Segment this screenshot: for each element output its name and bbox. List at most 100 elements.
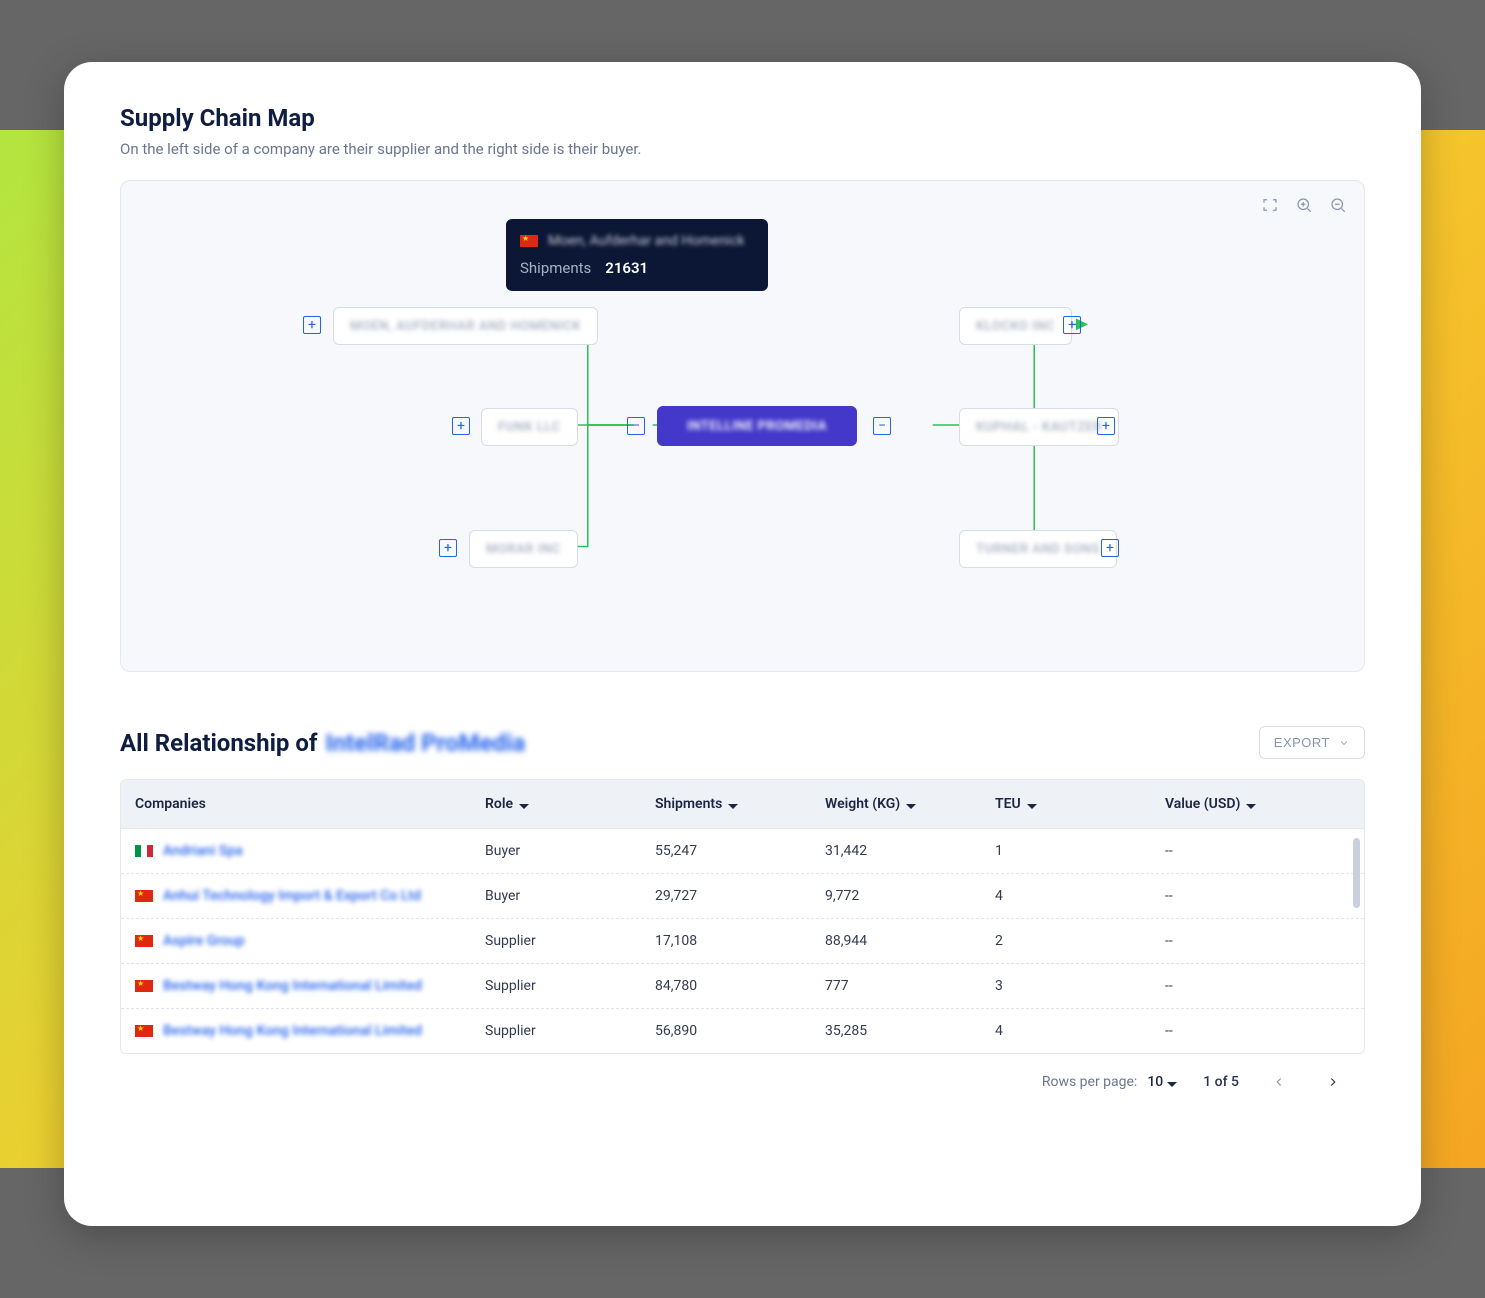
cell-shipments: 17,108 bbox=[655, 933, 825, 949]
main-card: Supply Chain Map On the left side of a c… bbox=[64, 62, 1421, 1226]
cell-value: -- bbox=[1165, 978, 1350, 994]
cell-weight: 9,772 bbox=[825, 888, 995, 904]
scrollbar-thumb[interactable] bbox=[1353, 838, 1360, 908]
sort-caret-icon bbox=[1246, 799, 1256, 809]
cell-role: Supplier bbox=[485, 933, 655, 949]
col-companies[interactable]: Companies bbox=[135, 796, 485, 812]
cn-flag-icon bbox=[135, 890, 153, 902]
zoom-in-icon[interactable] bbox=[1294, 195, 1314, 215]
map-panel[interactable]: Moen, Aufderhar and Homenick Shipments 2… bbox=[120, 180, 1365, 672]
col-role[interactable]: Role bbox=[485, 796, 655, 812]
cell-shipments: 84,780 bbox=[655, 978, 825, 994]
pagination: Rows per page: 10 1 of 5 bbox=[120, 1054, 1365, 1096]
chevron-down-icon bbox=[1167, 1077, 1177, 1087]
next-page-button[interactable] bbox=[1319, 1068, 1347, 1096]
company-link[interactable]: Aspire Group bbox=[163, 933, 245, 949]
col-teu[interactable]: TEU bbox=[995, 796, 1165, 812]
relationship-header: All Relationship of IntelRad ProMedia EX… bbox=[120, 726, 1365, 759]
export-button[interactable]: EXPORT bbox=[1259, 726, 1365, 759]
node-label: MORAR INC bbox=[486, 542, 561, 557]
cell-shipments: 55,247 bbox=[655, 843, 825, 859]
table-row[interactable]: Bestway Hong Kong International Limited S… bbox=[121, 963, 1364, 1008]
cn-flag-icon bbox=[520, 235, 538, 247]
sort-caret-icon bbox=[519, 799, 529, 809]
zoom-out-icon[interactable] bbox=[1328, 195, 1348, 215]
node-label: MOEN, AUFDERHAR AND HOMENICK bbox=[350, 319, 581, 334]
cell-value: -- bbox=[1165, 933, 1350, 949]
section-subtitle: On the left side of a company are their … bbox=[120, 140, 1365, 158]
cell-shipments: 56,890 bbox=[655, 1023, 825, 1039]
sort-caret-icon bbox=[1027, 799, 1037, 809]
expand-buyer-3[interactable]: + bbox=[1101, 539, 1119, 557]
buyer-node-2[interactable]: KUPHAL - KAUTZER bbox=[959, 408, 1119, 446]
buyer-node-1[interactable]: KLOCKO INC bbox=[959, 307, 1072, 345]
expand-buyer-1[interactable]: + bbox=[1063, 316, 1081, 334]
cn-flag-icon bbox=[135, 980, 153, 992]
expand-supplier-1[interactable]: + bbox=[303, 316, 321, 334]
cell-teu: 4 bbox=[995, 888, 1165, 904]
it-flag-icon bbox=[135, 845, 153, 857]
cell-value: -- bbox=[1165, 1023, 1350, 1039]
cell-value: -- bbox=[1165, 843, 1350, 859]
node-tooltip: Moen, Aufderhar and Homenick Shipments 2… bbox=[506, 219, 768, 291]
cn-flag-icon bbox=[135, 1025, 153, 1037]
cn-flag-icon bbox=[135, 935, 153, 947]
fullscreen-icon[interactable] bbox=[1260, 195, 1280, 215]
cell-weight: 35,285 bbox=[825, 1023, 995, 1039]
company-link[interactable]: Bestway Hong Kong International Limited bbox=[163, 1023, 422, 1039]
cell-role: Supplier bbox=[485, 978, 655, 994]
rows-per-page-select[interactable]: 10 bbox=[1147, 1074, 1177, 1090]
map-toolbar bbox=[1260, 195, 1348, 215]
collapse-suppliers[interactable]: − bbox=[627, 417, 645, 435]
supply-chain-header: Supply Chain Map On the left side of a c… bbox=[120, 104, 1365, 180]
table-row[interactable]: Andriani Spa Buyer55,24731,4421-- bbox=[121, 828, 1364, 873]
node-label: FUNK LLC bbox=[498, 420, 561, 435]
expand-supplier-3[interactable]: + bbox=[439, 539, 457, 557]
sort-caret-icon bbox=[906, 799, 916, 809]
table-header-row: Companies Role Shipments Weight (KG) TEU… bbox=[121, 780, 1364, 828]
node-label: KUPHAL - KAUTZER bbox=[976, 420, 1102, 435]
company-link[interactable]: Bestway Hong Kong International Limited bbox=[163, 978, 422, 994]
section-title: Supply Chain Map bbox=[120, 104, 1365, 132]
cell-teu: 1 bbox=[995, 843, 1165, 859]
cell-teu: 3 bbox=[995, 978, 1165, 994]
supplier-node-2[interactable]: FUNK LLC bbox=[481, 408, 578, 446]
export-label: EXPORT bbox=[1274, 735, 1330, 750]
relationship-title-prefix: All Relationship of bbox=[120, 729, 318, 757]
rows-per-page-label: Rows per page: bbox=[1042, 1074, 1137, 1090]
cell-role: Buyer bbox=[485, 843, 655, 859]
cell-role: Buyer bbox=[485, 888, 655, 904]
cell-weight: 88,944 bbox=[825, 933, 995, 949]
prev-page-button[interactable] bbox=[1265, 1068, 1293, 1096]
table-row[interactable]: Aspire Group Supplier17,10888,9442-- bbox=[121, 918, 1364, 963]
col-shipments[interactable]: Shipments bbox=[655, 796, 825, 812]
collapse-buyers[interactable]: − bbox=[873, 417, 891, 435]
col-weight[interactable]: Weight (KG) bbox=[825, 796, 995, 812]
cell-value: -- bbox=[1165, 888, 1350, 904]
relationship-table: Companies Role Shipments Weight (KG) TEU… bbox=[120, 779, 1365, 1054]
expand-buyer-2[interactable]: + bbox=[1097, 417, 1115, 435]
company-link[interactable]: Anhui Technology Import & Export Co Ltd bbox=[163, 888, 421, 904]
col-value[interactable]: Value (USD) bbox=[1165, 796, 1350, 812]
node-label: TURNER AND SONS bbox=[976, 542, 1100, 557]
chevron-down-icon bbox=[1338, 737, 1350, 749]
expand-supplier-2[interactable]: + bbox=[452, 417, 470, 435]
buyer-node-3[interactable]: TURNER AND SONS bbox=[959, 530, 1117, 568]
supplier-node-1[interactable]: MOEN, AUFDERHAR AND HOMENICK bbox=[333, 307, 598, 345]
cell-teu: 4 bbox=[995, 1023, 1165, 1039]
supplier-node-3[interactable]: MORAR INC bbox=[469, 530, 578, 568]
cell-weight: 777 bbox=[825, 978, 995, 994]
table-row[interactable]: Anhui Technology Import & Export Co Ltd B… bbox=[121, 873, 1364, 918]
center-node[interactable]: INTELLINE PROMEDIA bbox=[657, 406, 857, 446]
table-row[interactable]: Bestway Hong Kong International Limited S… bbox=[121, 1008, 1364, 1053]
page-position: 1 of 5 bbox=[1203, 1074, 1239, 1090]
cell-role: Supplier bbox=[485, 1023, 655, 1039]
cell-teu: 2 bbox=[995, 933, 1165, 949]
relationship-company-name: IntelRad ProMedia bbox=[326, 729, 526, 757]
company-link[interactable]: Andriani Spa bbox=[163, 843, 243, 859]
node-label: INTELLINE PROMEDIA bbox=[687, 419, 827, 434]
cell-weight: 31,442 bbox=[825, 843, 995, 859]
node-label: KLOCKO INC bbox=[976, 319, 1055, 334]
sort-caret-icon bbox=[728, 799, 738, 809]
tooltip-company-name: Moen, Aufderhar and Homenick bbox=[548, 233, 745, 249]
